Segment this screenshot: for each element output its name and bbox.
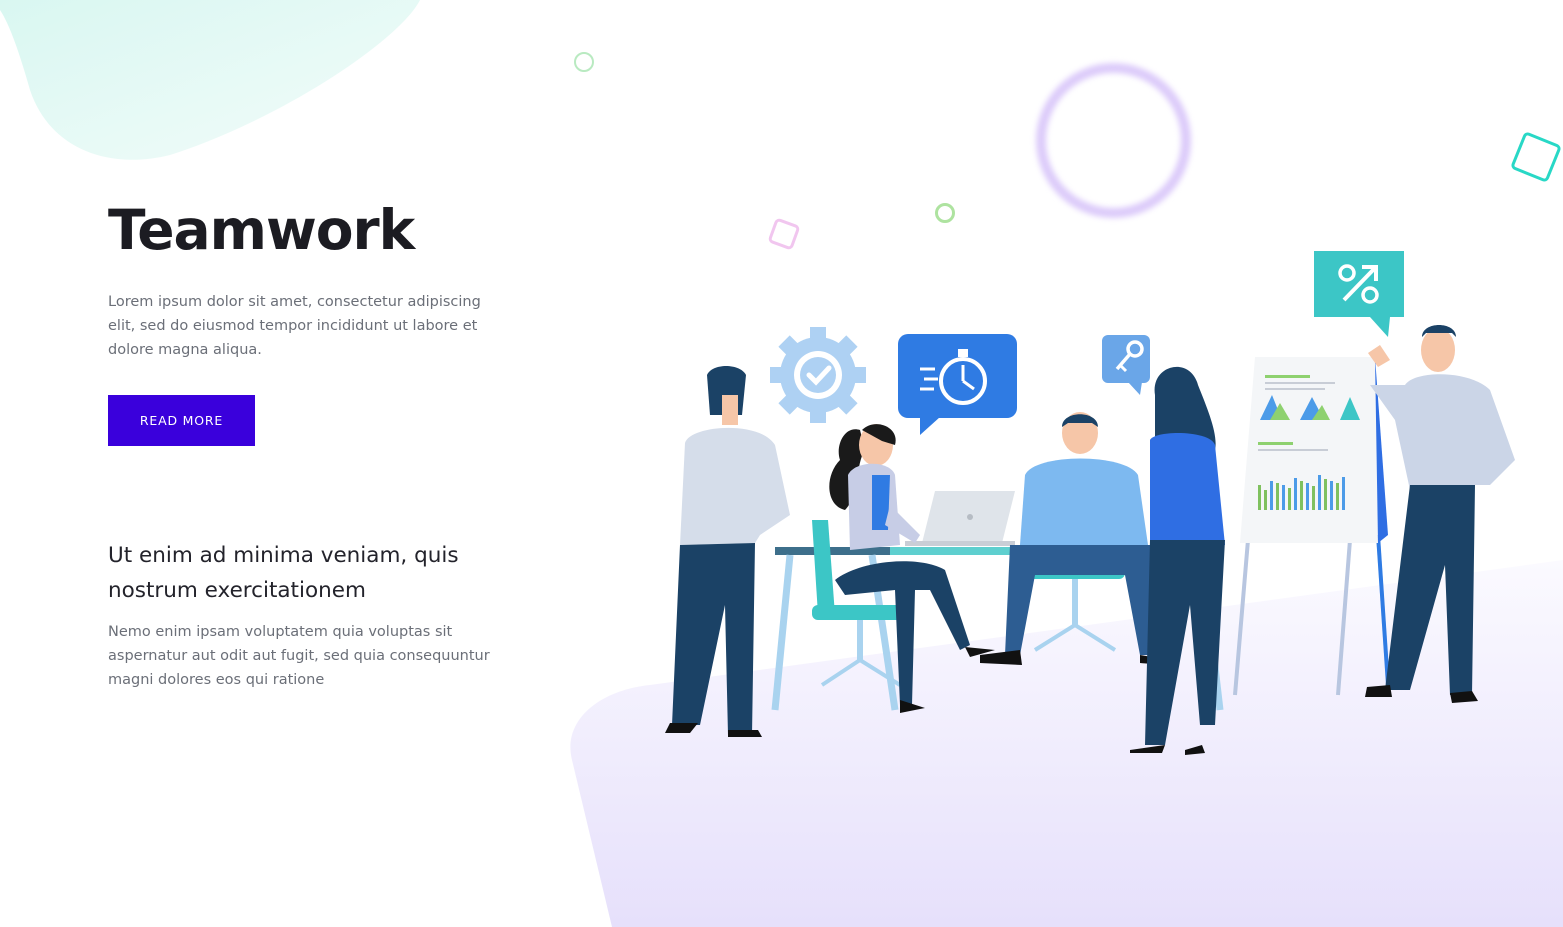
feature-description: Nemo enim ipsam voluptatem quia voluptas…	[108, 624, 490, 688]
stopwatch-icon	[898, 334, 1017, 435]
person-standing-left	[665, 366, 790, 737]
decorative-diamond	[1509, 130, 1563, 184]
percent-icon	[1314, 251, 1404, 337]
read-more-button[interactable]: READ MORE	[108, 395, 255, 446]
teamwork-illustration	[665, 251, 1515, 755]
laptop	[905, 491, 1015, 546]
decorative-ring	[574, 52, 594, 72]
decorative-glow-ring	[1036, 63, 1191, 218]
office-chair	[1025, 565, 1125, 652]
background-blob	[0, 0, 420, 160]
person-seated-woman	[829, 424, 995, 713]
hero-title: Teamwork	[108, 198, 415, 262]
key-icon	[1102, 335, 1150, 395]
gear-check-icon	[770, 327, 866, 423]
flipchart-board	[1233, 357, 1390, 696]
feature-title: Ut enim ad minima veniam, quis nostrum e…	[108, 543, 459, 603]
hero-description: Lorem ipsum dolor sit amet, consectetur …	[108, 294, 481, 358]
person-presenter	[1365, 325, 1515, 703]
decorative-ring	[935, 203, 955, 223]
